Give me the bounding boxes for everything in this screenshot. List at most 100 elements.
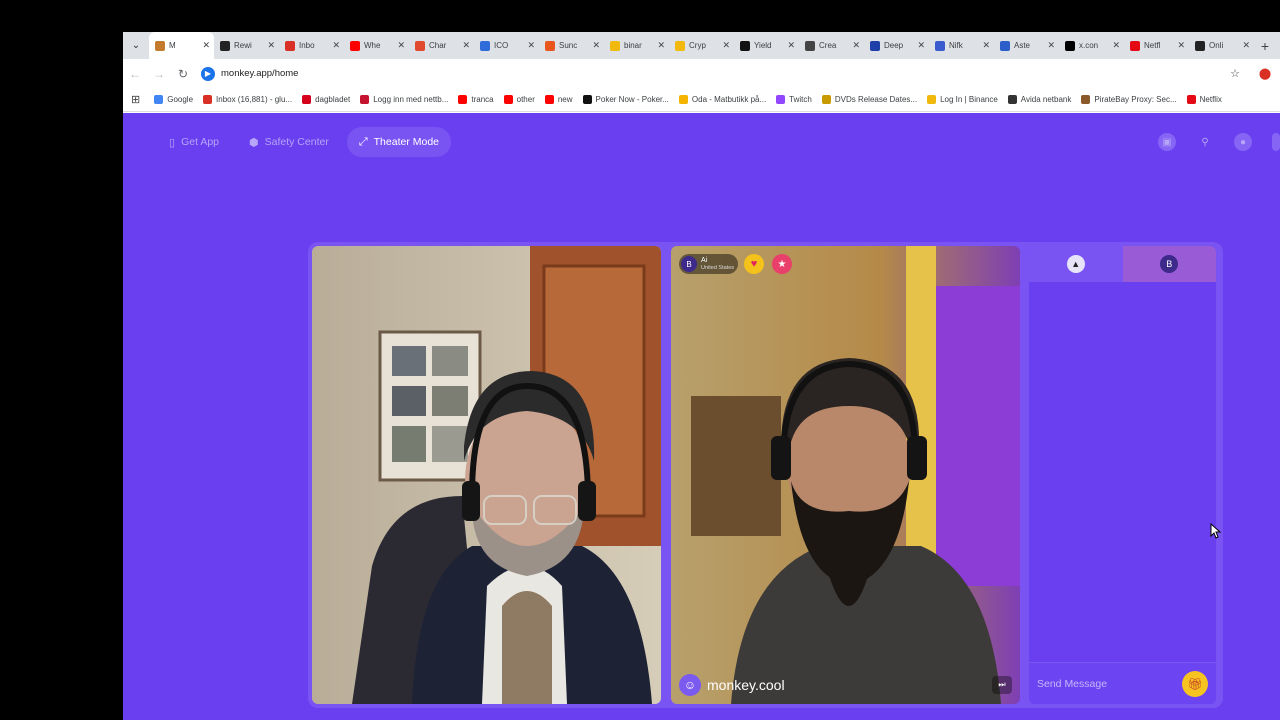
browser-tab[interactable]: Deep ✕	[864, 32, 929, 59]
more-icon[interactable]	[1272, 133, 1280, 151]
browser-tab[interactable]: Onli ✕	[1189, 32, 1254, 59]
gmail-icon	[285, 40, 295, 51]
bookmark-item[interactable]: Poker Now - Poker...	[582, 95, 669, 104]
tab-close-icon[interactable]: ✕	[267, 40, 275, 51]
tab-label: ICO	[494, 41, 509, 50]
tab-label: Netfl	[1144, 41, 1161, 50]
bookmark-item[interactable]: Logg inn med nettb...	[360, 95, 448, 104]
search-icon[interactable]: ⚲	[1196, 133, 1214, 151]
browser-tab[interactable]: Rewi ✕	[214, 32, 279, 59]
bookmark-label: DVDs Release Dates...	[834, 95, 918, 104]
browser-tab[interactable]: Yield ✕	[734, 32, 799, 59]
remote-video-frame	[671, 246, 1020, 704]
bookmark-item[interactable]: Twitch	[776, 95, 812, 104]
forward-button[interactable]: →	[147, 67, 171, 81]
bookmark-item[interactable]: Inbox (16,881) - glu...	[203, 95, 292, 104]
bookmark-item[interactable]: new	[544, 95, 573, 104]
bookmark-item[interactable]: Oda - Matbutikk på...	[678, 95, 766, 104]
tab-close-icon[interactable]: ✕	[1177, 40, 1185, 51]
shield-icon: ⬢	[249, 136, 259, 149]
bookmark-item[interactable]: PirateBay Proxy: Sec...	[1081, 95, 1177, 104]
drop-icon	[480, 40, 490, 51]
bookmark-favicon-icon	[1186, 95, 1196, 104]
tab-close-icon[interactable]: ✕	[1047, 40, 1055, 51]
tab-close-icon[interactable]: ✕	[657, 40, 665, 51]
x-icon	[220, 40, 230, 51]
bookmark-item[interactable]: Log In | Binance	[927, 95, 998, 104]
new-tab-button[interactable]: +	[1254, 38, 1276, 54]
bookmark-item[interactable]: Netflix	[1186, 95, 1222, 104]
apps-grid-icon[interactable]: ⊞	[131, 93, 140, 106]
tab-close-icon[interactable]: ✕	[917, 40, 925, 51]
browser-tab[interactable]: x.con ✕	[1059, 32, 1124, 59]
chat-tabs: ▲ B	[1029, 246, 1216, 282]
browser-tab[interactable]: Sunc ✕	[539, 32, 604, 59]
safety-center-button[interactable]: ⬢ Safety Center	[237, 127, 341, 157]
tab-close-icon[interactable]: ✕	[852, 40, 860, 51]
bookmark-item[interactable]: DVDs Release Dates...	[821, 95, 918, 104]
tab-close-icon[interactable]: ✕	[462, 40, 470, 51]
tab-close-icon[interactable]: ✕	[1112, 40, 1120, 51]
gift-button[interactable]: 🎁︎	[1182, 670, 1208, 697]
chat-tab-partner[interactable]: B	[1122, 246, 1216, 282]
bookmark-label: PirateBay Proxy: Sec...	[1094, 95, 1177, 104]
heart-icon[interactable]: ♥	[744, 254, 764, 274]
remote-user-badge[interactable]: B Ai United States	[679, 254, 739, 274]
tab-close-icon[interactable]: ✕	[397, 40, 405, 51]
browser-tab[interactable]: Aste ✕	[994, 32, 1059, 59]
remote-user-avatar: B	[681, 256, 697, 272]
browser-tab[interactable]: Whe ✕	[344, 32, 409, 59]
youtube-icon	[350, 40, 360, 51]
site-info-icon[interactable]: ▶	[201, 66, 215, 81]
bookmark-favicon-icon	[458, 95, 468, 104]
shop-icon[interactable]: ▣	[1158, 133, 1176, 151]
tab-close-icon[interactable]: ✕	[332, 40, 340, 51]
bookmark-label: Netflix	[1199, 95, 1222, 104]
tab-close-icon[interactable]: ✕	[787, 40, 795, 51]
bookmark-favicon-icon	[582, 95, 592, 104]
bookmark-item[interactable]: tranca	[458, 95, 494, 104]
tab-close-icon[interactable]: ✕	[722, 40, 730, 51]
tab-close-icon[interactable]: ✕	[202, 40, 210, 51]
monkey-logo-icon: ☺	[679, 674, 701, 696]
theater-mode-button[interactable]: ⤢ Theater Mode	[346, 127, 452, 157]
browser-tab[interactable]: ICO ✕	[474, 32, 539, 59]
bookmark-label: Poker Now - Poker...	[595, 95, 669, 104]
browser-tab[interactable]: binar ✕	[604, 32, 669, 59]
bookmark-item[interactable]: dagbladet	[302, 95, 350, 104]
chat-input[interactable]: Send Message 🎁︎	[1029, 662, 1216, 704]
tab-close-icon[interactable]: ✕	[982, 40, 990, 51]
tab-close-icon[interactable]: ✕	[1242, 40, 1250, 51]
reload-button[interactable]: ↻	[171, 67, 195, 81]
profile-avatar[interactable]: ●	[1234, 133, 1252, 151]
browser-tab[interactable]: Nifk ✕	[929, 32, 994, 59]
address-bar[interactable]: ▶ monkey.app/home	[201, 64, 1220, 84]
bookmark-label: Logg inn med nettb...	[373, 95, 449, 104]
bookmark-favicon-icon	[1081, 95, 1091, 104]
phone-icon: ▯	[169, 136, 176, 149]
browser-tab[interactable]: M ✕	[149, 32, 214, 59]
tab-search-icon[interactable]: ⌄	[123, 32, 149, 59]
netflix-icon	[1130, 40, 1140, 51]
chat-tab-self[interactable]: ▲	[1029, 246, 1123, 282]
bookmark-favicon-icon	[203, 95, 213, 104]
browser-tab[interactable]: Crea ✕	[799, 32, 864, 59]
bookmark-item[interactable]: Avida netbank	[1007, 95, 1071, 104]
bookmark-star-icon[interactable]: ☆	[1220, 67, 1250, 80]
reaction-icon[interactable]: ★	[772, 254, 792, 274]
bookmark-label: dagbladet	[315, 95, 351, 104]
deepl-icon	[870, 40, 880, 51]
tab-close-icon[interactable]: ✕	[527, 40, 535, 51]
bookmark-item[interactable]: other	[503, 95, 535, 104]
message-input-placeholder[interactable]: Send Message	[1037, 678, 1182, 690]
bookmark-item[interactable]: Google	[154, 95, 193, 104]
tab-close-icon[interactable]: ✕	[592, 40, 600, 51]
browser-tab[interactable]: Inbo ✕	[279, 32, 344, 59]
back-button[interactable]: ←	[123, 67, 147, 81]
skip-icon[interactable]: ⏭	[992, 676, 1012, 694]
browser-tab[interactable]: Cryp ✕	[669, 32, 734, 59]
get-app-button[interactable]: ▯ Get App	[157, 127, 231, 157]
extension-icon[interactable]: ⬤	[1250, 67, 1280, 80]
browser-tab[interactable]: Netfl ✕	[1124, 32, 1189, 59]
browser-tab[interactable]: Char ✕	[409, 32, 474, 59]
